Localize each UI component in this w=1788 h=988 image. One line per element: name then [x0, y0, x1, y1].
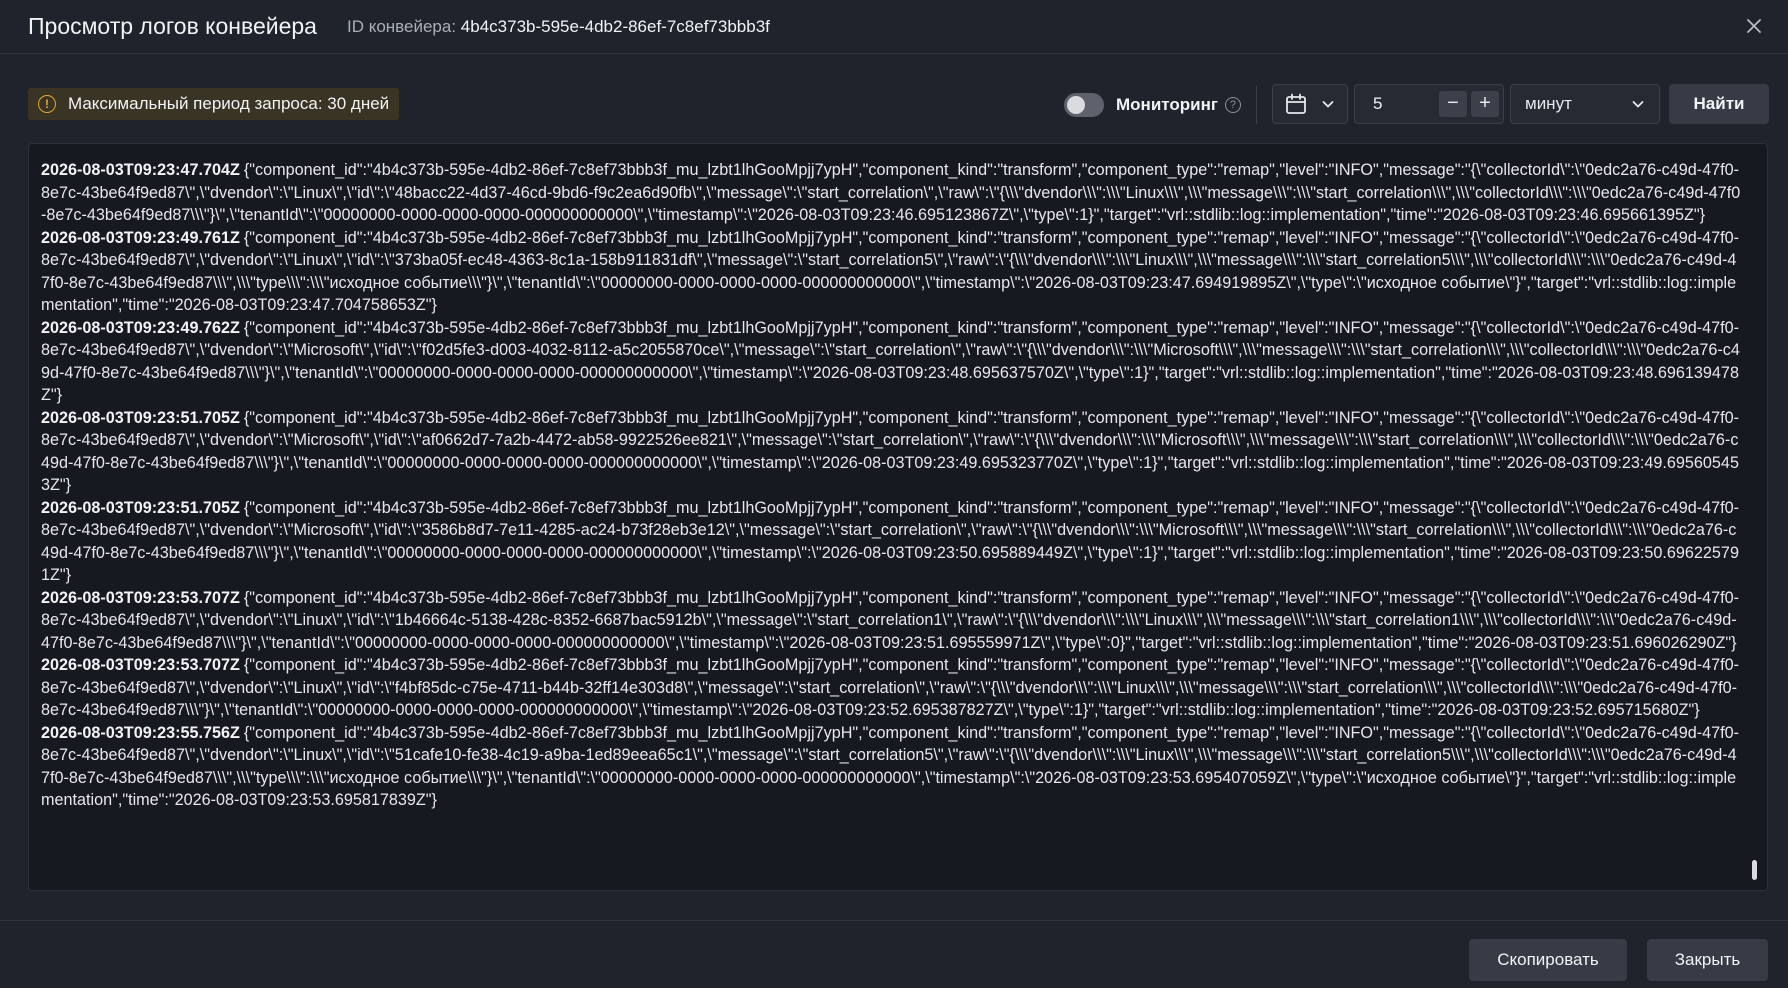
unit-select[interactable]: минут	[1510, 84, 1660, 124]
pipeline-id: ID конвейера: 4b4c373b-595e-4db2-86ef-7c…	[347, 17, 770, 37]
log-timestamp: 2026-08-03T09:23:55.756Z	[41, 723, 240, 742]
monitoring-control: Мониторинг ?	[1064, 91, 1241, 119]
log-timestamp: 2026-08-03T09:23:49.761Z	[41, 228, 240, 247]
log-timestamp: 2026-08-03T09:23:47.704Z	[41, 161, 240, 179]
monitoring-label: Мониторинг	[1116, 95, 1218, 114]
log-text: {"component_id":"4b4c373b-595e-4db2-86ef…	[41, 161, 1741, 224]
increment-button[interactable]: +	[1471, 91, 1499, 117]
log-entry: 2026-08-03T09:23:49.761Z {"component_id":…	[41, 227, 1741, 317]
log-text: {"component_id":"4b4c373b-595e-4db2-86ef…	[41, 588, 1739, 652]
log-text: {"component_id":"4b4c373b-595e-4db2-86ef…	[41, 228, 1739, 315]
log-entry: 2026-08-03T09:23:53.707Z {"component_id":…	[41, 654, 1741, 722]
interval-stepper: − +	[1354, 84, 1504, 124]
log-text: {"component_id":"4b4c373b-595e-4db2-86ef…	[41, 723, 1739, 810]
close-icon	[1747, 19, 1761, 33]
log-timestamp: 2026-08-03T09:23:49.762Z	[41, 318, 240, 337]
close-button[interactable]: Закрыть	[1647, 939, 1768, 981]
toolbar: ! Максимальный период запроса: 30 дней М…	[28, 84, 1769, 126]
decrement-button[interactable]: −	[1439, 91, 1467, 117]
log-entry: 2026-08-03T09:23:51.705Z {"component_id":…	[41, 407, 1741, 497]
warning-icon: !	[38, 95, 56, 113]
monitoring-toggle[interactable]	[1064, 93, 1104, 117]
log-text: {"component_id":"4b4c373b-595e-4db2-86ef…	[41, 498, 1739, 585]
close-dialog-button[interactable]	[1740, 12, 1768, 40]
dialog-footer: Скопировать Закрыть	[0, 920, 1788, 988]
log-entry: 2026-08-03T09:23:53.707Z {"component_id":…	[41, 587, 1741, 655]
dialog-title: Просмотр логов конвейера	[28, 13, 317, 39]
copy-button[interactable]: Скопировать	[1469, 939, 1627, 981]
chevron-down-icon	[1632, 101, 1644, 108]
period-notice: ! Максимальный период запроса: 30 дней	[28, 88, 400, 120]
toggle-knob	[1067, 96, 1085, 114]
help-icon[interactable]: ?	[1224, 97, 1241, 113]
toolbar-divider	[1256, 86, 1257, 124]
log-timestamp: 2026-08-03T09:23:51.705Z	[41, 408, 240, 427]
unit-select-value: минут	[1525, 94, 1572, 113]
log-output[interactable]: 2026-08-03T09:23:47.704Z {"component_id":…	[28, 143, 1768, 891]
pipeline-id-value: 4b4c373b-595e-4db2-86ef-7c8ef73bbb3f	[460, 16, 770, 36]
chevron-down-icon	[1322, 101, 1334, 108]
period-notice-text: Максимальный период запроса: 30 дней	[68, 94, 390, 113]
log-timestamp: 2026-08-03T09:23:51.705Z	[41, 498, 240, 517]
scrollbar-thumb[interactable]	[1752, 860, 1757, 880]
log-entry: 2026-08-03T09:23:51.705Z {"component_id":…	[41, 497, 1741, 587]
interval-input[interactable]	[1355, 85, 1435, 123]
log-timestamp: 2026-08-03T09:23:53.707Z	[41, 656, 240, 674]
log-text: {"component_id":"4b4c373b-595e-4db2-86ef…	[41, 318, 1740, 405]
log-entry: 2026-08-03T09:23:49.762Z {"component_id":…	[41, 317, 1741, 407]
pipeline-id-label: ID конвейера:	[346, 16, 457, 36]
log-list: 2026-08-03T09:23:47.704Z {"component_id":…	[41, 159, 1741, 812]
find-button[interactable]: Найти	[1669, 84, 1769, 124]
calendar-icon	[1286, 93, 1306, 114]
log-entry: 2026-08-03T09:23:55.756Z {"component_id":…	[41, 722, 1741, 812]
log-text: {"component_id":"4b4c373b-595e-4db2-86ef…	[41, 656, 1739, 719]
dialog-header: Просмотр логов конвейера ID конвейера: 4…	[0, 0, 1788, 54]
log-entry: 2026-08-03T09:23:47.704Z {"component_id":…	[41, 159, 1741, 227]
log-timestamp: 2026-08-03T09:23:53.707Z	[41, 588, 240, 607]
log-text: {"component_id":"4b4c373b-595e-4db2-86ef…	[41, 408, 1739, 495]
calendar-dropdown-button[interactable]	[1272, 84, 1348, 124]
